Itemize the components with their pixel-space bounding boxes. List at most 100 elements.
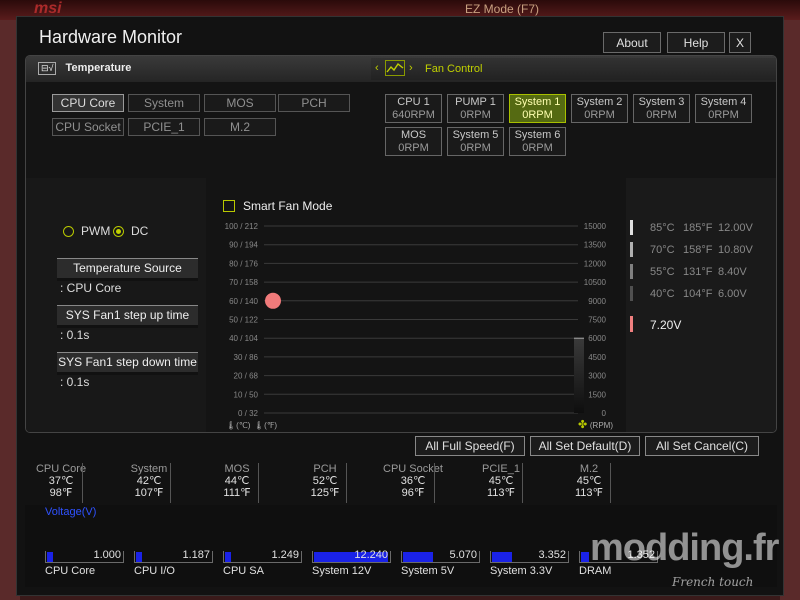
- temperature-celsius: 45℃: [576, 475, 602, 487]
- voltage-level-row[interactable]: 85°C 185°F 12.00V: [630, 220, 770, 236]
- window-title: Hardware Monitor: [39, 27, 183, 47]
- y-left-tick: 0 / 32: [238, 409, 259, 418]
- temperature-divider: [522, 463, 523, 503]
- help-button[interactable]: Help: [667, 32, 725, 53]
- voltage-value: 1.187: [182, 549, 210, 561]
- temperature-source-button[interactable]: Temperature Source: [57, 258, 198, 281]
- y-left-tick: 30 / 86: [234, 353, 259, 362]
- all-set-cancel-button[interactable]: All Set Cancel(C): [645, 436, 759, 456]
- y-left-tick: 10 / 50: [234, 390, 259, 399]
- ez-mode-button[interactable]: EZ Mode (F7): [465, 2, 539, 16]
- temp-source-cpu-core[interactable]: CPU Core: [52, 94, 124, 112]
- rpm-unit-label: (RPM): [590, 421, 613, 430]
- voltage-bar-fill: [492, 552, 512, 562]
- temperature-name: CPU Socket: [383, 463, 443, 475]
- y-left-tick: 60 / 140: [229, 297, 258, 306]
- thermometer-icon: ⊟√: [38, 62, 57, 75]
- dc-radio[interactable]: [113, 226, 124, 237]
- fan-rpm: 0RPM: [708, 109, 739, 121]
- voltage-name: System 12V: [312, 565, 372, 577]
- fan-button-cpu-1[interactable]: CPU 1 640RPM: [385, 94, 442, 123]
- fan-name: System 4: [700, 96, 747, 108]
- step-down-time-button[interactable]: SYS Fan1 step down time: [57, 352, 198, 375]
- voltage-level-row[interactable]: 70°C 158°F 10.80V: [630, 242, 770, 258]
- temperature-fahrenheit: 113℉: [574, 487, 603, 499]
- close-button[interactable]: X: [729, 32, 751, 53]
- voltage-name: CPU SA: [223, 565, 264, 577]
- temp-source-m-2[interactable]: M.2: [204, 118, 276, 136]
- fan-button-pump-1[interactable]: PUMP 1 0RPM: [447, 94, 504, 123]
- level-fahrenheit: 158°F: [683, 244, 713, 256]
- voltage-level-marker: [630, 264, 633, 279]
- temperature-fahrenheit: 125℉: [310, 487, 340, 499]
- voltage-level-row[interactable]: 40°C 104°F 6.00V: [630, 286, 770, 302]
- y-left-tick: 50 / 122: [229, 316, 258, 325]
- fan-graph-icon: [385, 60, 405, 76]
- voltage-name: System 5V: [401, 565, 455, 577]
- temperature-readout: CPU Socket 36℃ 96℉: [369, 463, 457, 499]
- all-set-default-button[interactable]: All Set Default(D): [530, 436, 640, 456]
- temp-source-pch[interactable]: PCH: [278, 94, 350, 112]
- watermark-sub: French touch: [672, 575, 754, 589]
- temperature-divider: [258, 463, 259, 503]
- temp-source-cpu-socket[interactable]: CPU Socket: [52, 118, 124, 136]
- voltage-item: 1.187 CPU I/O: [134, 549, 214, 577]
- fan-rpm: 640RPM: [392, 109, 435, 121]
- voltage-value: 1.249: [271, 549, 299, 561]
- fan-button-system-2[interactable]: System 2 0RPM: [571, 94, 628, 123]
- celsius-unit-label: 🌡(℃): [226, 421, 251, 430]
- fan-rpm: 0RPM: [522, 109, 553, 121]
- fan-button-system-3[interactable]: System 3 0RPM: [633, 94, 690, 123]
- hardware-monitor-window: Hardware Monitor About Help X ⊟√ Tempera…: [16, 16, 784, 596]
- y-right-tick: 12000: [584, 259, 607, 268]
- fan-button-system-1[interactable]: System 1 0RPM: [509, 94, 566, 123]
- step-up-time-button[interactable]: SYS Fan1 step up time: [57, 305, 198, 328]
- voltage-name: System 3.3V: [490, 565, 553, 577]
- temperature-tab[interactable]: ⊟√ Temperature: [38, 62, 131, 75]
- chevron-right-icon: ›: [409, 62, 413, 74]
- fan-name: PUMP 1: [455, 96, 496, 108]
- y-left-tick: 90 / 194: [229, 241, 258, 250]
- all-full-speed-button[interactable]: All Full Speed(F): [415, 436, 525, 456]
- y-left-tick: 20 / 68: [234, 372, 259, 381]
- temperature-name: MOS: [224, 463, 250, 475]
- current-voltage-row: 7.20V: [630, 316, 710, 334]
- pwm-radio[interactable]: [63, 226, 74, 237]
- fan-button-system-4[interactable]: System 4 0RPM: [695, 94, 752, 123]
- voltage-bar-fill: [403, 552, 433, 562]
- voltage-level-marker: [630, 242, 633, 257]
- about-button[interactable]: About: [603, 32, 661, 53]
- voltage-item: 3.352 System 3.3V: [490, 549, 570, 577]
- temperature-source-value: : CPU Core: [60, 281, 122, 295]
- fan-name: System 6: [514, 129, 561, 141]
- fan-button-system-5[interactable]: System 5 0RPM: [447, 127, 504, 156]
- temperature-readout: M.2 45℃ 113℉: [545, 463, 633, 499]
- temperature-divider: [434, 463, 435, 503]
- temperature-name: PCIE_1: [482, 463, 520, 475]
- monitor-panel: ⊟√ Temperature ‹ › Fan Control CPU Core S…: [25, 55, 777, 433]
- temperature-divider: [170, 463, 171, 503]
- temperature-celsius: 42℃: [136, 475, 162, 487]
- fan-name: System 2: [576, 96, 623, 108]
- temperature-name: M.2: [579, 463, 599, 475]
- temp-source-pcie-1[interactable]: PCIE_1: [128, 118, 200, 136]
- voltage-value: 12.240: [354, 549, 388, 561]
- level-voltage: 10.80V: [718, 244, 753, 256]
- fan-control-tab[interactable]: ‹ › Fan Control: [371, 58, 776, 80]
- temperature-name: CPU Core: [35, 463, 87, 475]
- fan-curve-plot[interactable]: 100 / 212 1500090 / 194 1350080 / 176 12000…: [206, 178, 626, 433]
- temperature-fahrenheit: 98℉: [49, 487, 73, 499]
- voltage-level-row[interactable]: 55°C 131°F 8.40V: [630, 264, 770, 280]
- temp-source-mos[interactable]: MOS: [204, 94, 276, 112]
- temperature-readout: PCH 52℃ 125℉: [281, 463, 369, 499]
- temperature-divider: [346, 463, 347, 503]
- temperature-readout: MOS 44℃ 111℉: [193, 463, 281, 499]
- temp-source-system[interactable]: System: [128, 94, 200, 112]
- fan-button-mos[interactable]: MOS 0RPM: [385, 127, 442, 156]
- temperature-fahrenheit: 107℉: [134, 487, 164, 499]
- current-voltage-marker: [630, 316, 633, 332]
- fan-button-system-6[interactable]: System 6 0RPM: [509, 127, 566, 156]
- fan-control-area: PWM DC Temperature Source : CPU Core SYS…: [26, 178, 776, 433]
- fan-curve-chart: Smart Fan Mode 100 / 212 15000 90 / 194 135…: [206, 178, 626, 433]
- temperature-fahrenheit: 113℉: [486, 487, 515, 499]
